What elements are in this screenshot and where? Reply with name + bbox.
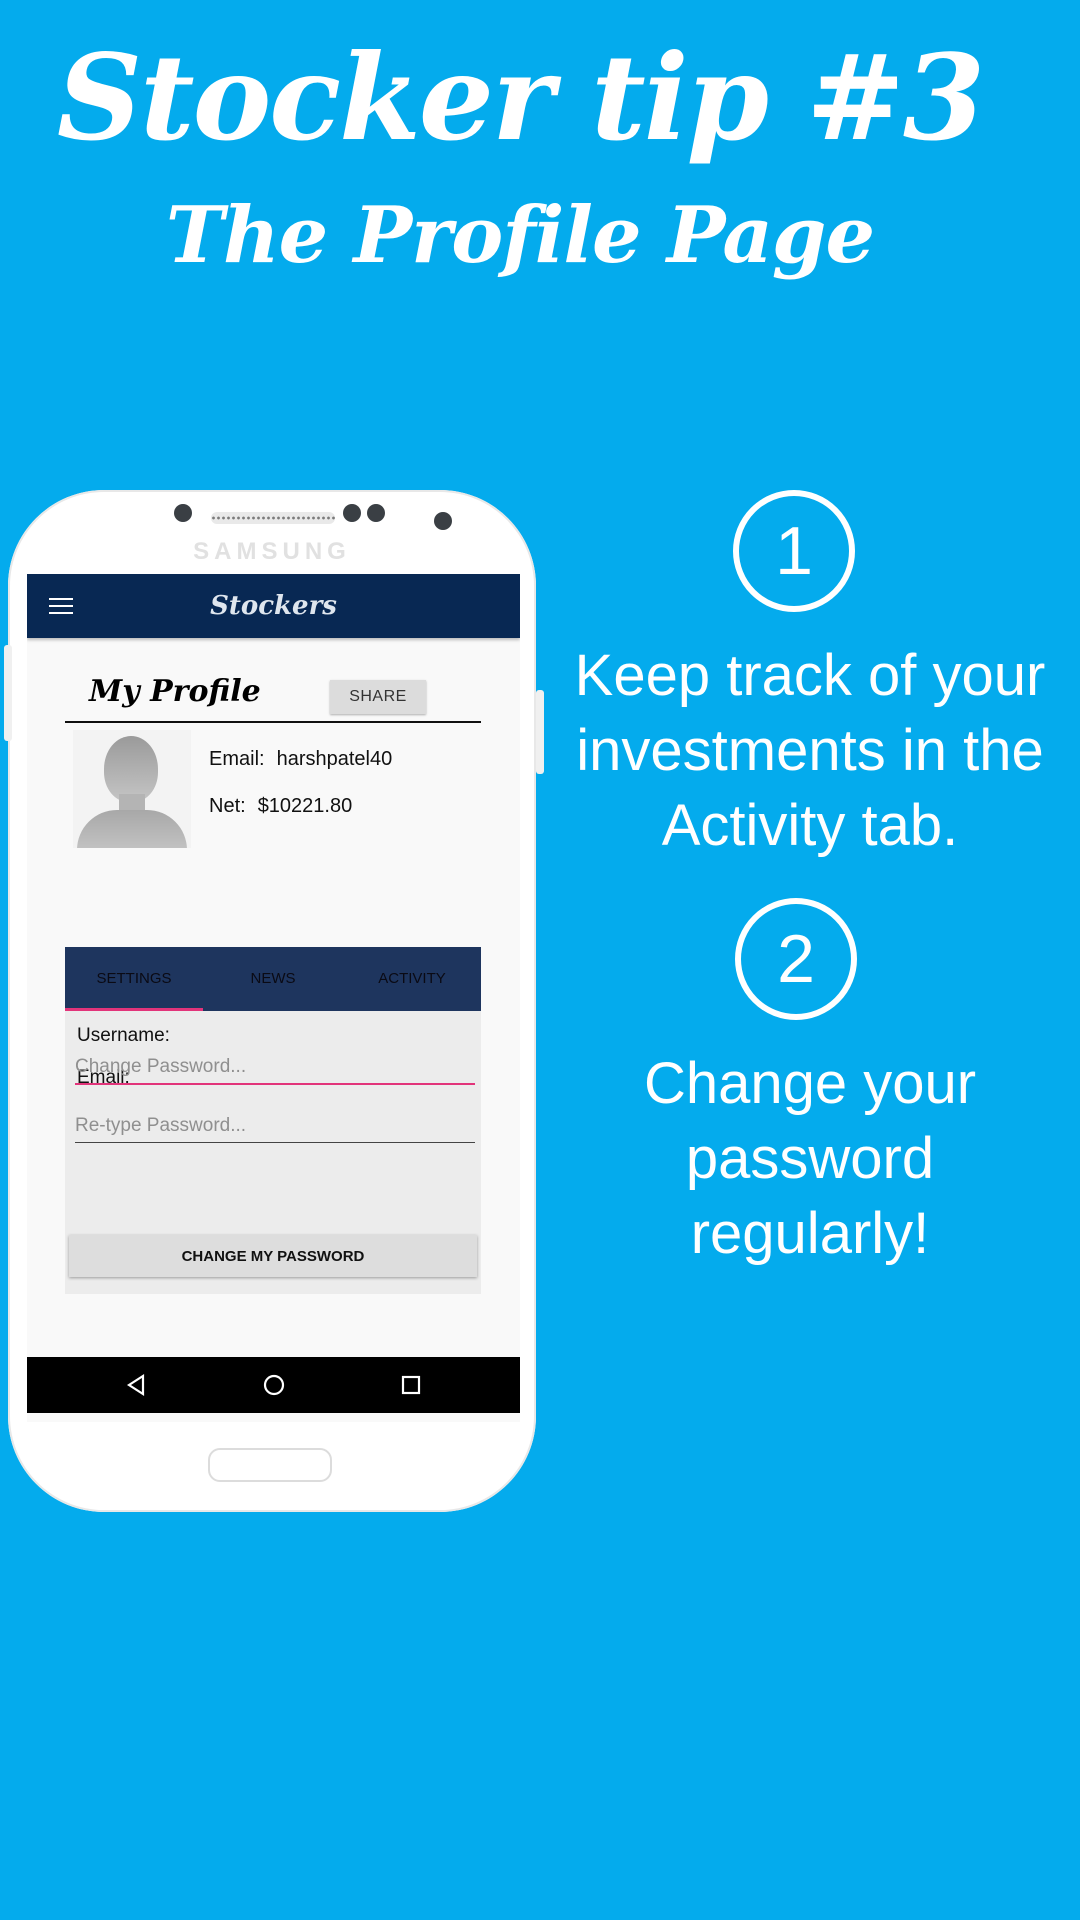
profile-email-value: harshpatel40 (276, 748, 393, 770)
phone-volume-button (4, 645, 12, 741)
change-password-field[interactable] (75, 1051, 475, 1085)
app-title: Stockers (210, 591, 337, 621)
back-icon[interactable] (123, 1371, 151, 1399)
tab-activity[interactable]: ACTIVITY (343, 947, 481, 1011)
tab-bar: SETTINGS NEWS ACTIVITY (65, 947, 481, 1011)
sensor-icon (343, 504, 361, 522)
profile-net-row: Net: $10221.80 (209, 795, 352, 818)
avatar-head-icon (104, 736, 158, 802)
tab-news[interactable]: NEWS (204, 947, 342, 1011)
app-bar: Stockers (27, 574, 520, 638)
profile-net-value: $10221.80 (257, 795, 353, 817)
tip-1-text: Keep track of your investments in the Ac… (574, 643, 1046, 858)
step-1-badge: 1 (733, 490, 855, 612)
tab-selected-indicator (65, 1008, 203, 1011)
phone-home-button (208, 1448, 332, 1482)
username-label: Username: (77, 1025, 170, 1046)
settings-card: SETTINGS NEWS ACTIVITY Username: Email: … (65, 947, 481, 1294)
share-button[interactable]: SHARE (330, 680, 426, 714)
page-title: Stocker tip #3 (56, 28, 985, 167)
avatar (73, 730, 191, 848)
front-camera-icon (174, 504, 192, 522)
phone-screen: Stockers My Profile SHARE Email: harshpat… (27, 574, 520, 1422)
profile-email-label: Email: (209, 748, 265, 770)
profile-heading: My Profile (89, 674, 261, 709)
step-2-badge: 2 (735, 898, 857, 1020)
earpiece-speaker (211, 512, 335, 524)
avatar-body (77, 810, 187, 848)
sensor-icon (367, 504, 385, 522)
phone-brand-label: SAMSUNG (193, 538, 351, 565)
tab-settings[interactable]: SETTINGS (65, 947, 203, 1011)
divider (65, 721, 481, 723)
home-icon[interactable] (260, 1371, 288, 1399)
profile-email-row: Email: harshpatel40 (209, 748, 392, 771)
proximity-sensor-icon (434, 512, 452, 530)
profile-net-label: Net: (209, 795, 246, 817)
phone-mockup: SAMSUNG Stockers My Profile SHARE Email:… (4, 490, 544, 1512)
recents-icon[interactable] (397, 1371, 425, 1399)
android-nav-bar (27, 1357, 520, 1413)
change-password-button[interactable]: CHANGE MY PASSWORD (69, 1235, 477, 1277)
retype-password-field[interactable] (75, 1109, 475, 1143)
tip-2-text: Change your password regularly! (643, 1051, 977, 1266)
page-subtitle: The Profile Page (165, 190, 875, 281)
